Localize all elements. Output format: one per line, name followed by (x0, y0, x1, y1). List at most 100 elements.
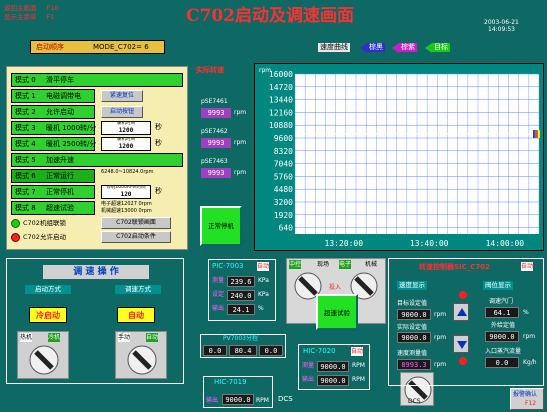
pic7003-row-label: 设定 (212, 291, 225, 298)
valve-label: 调速汽门 (489, 298, 514, 305)
regulation-mode-switch[interactable]: 手动 自动 (115, 331, 167, 379)
switch-right-label: 冷机 (48, 333, 61, 342)
mode-label-box: 模式 8 超速试验 (11, 201, 95, 215)
alarm-tag: 投入 (329, 284, 342, 291)
overspeed-test-button[interactable]: 超速试验 (316, 294, 358, 330)
pic7003-mode[interactable]: 自动 (257, 262, 270, 271)
pv7003-value-3: 0.0 (259, 345, 283, 356)
y-tick-label: 5760 (274, 172, 293, 181)
ext-value: 9000.0 (485, 331, 519, 342)
mode-row: 模式 0 滑平停车 (11, 73, 185, 87)
speed-sensor-unit: rpm (234, 169, 247, 176)
start-mode-switch[interactable]: 热机 冷机 (17, 331, 69, 379)
mode-row: 模式 2 允许启动 启动按钮 (11, 105, 185, 119)
mode-number: 模式 5 (15, 156, 36, 164)
hic7020-mode[interactable]: 自动 (351, 347, 364, 356)
speed-sensor-unit: rpm (234, 139, 247, 146)
nav-menu-link[interactable]: 显示主菜单 F1 (4, 13, 54, 22)
mode-timer-box[interactable]: 停机1000RPM时间 120 (101, 185, 151, 199)
pic7003-faceplate[interactable]: PIC-7003 自动 测量 239.6 KPa 设定 240.0 KPa 输出 24.1% (208, 259, 276, 321)
hic7019-faceplate[interactable]: HIC-7019 输出 9000.0 RPM (203, 376, 273, 408)
nav-main-link[interactable]: 返回主画面 F10 (4, 4, 59, 13)
arrow-left-icon[interactable] (425, 43, 432, 53)
target-label: 目标设定值 (397, 300, 428, 307)
mode-number: 模式 1 (15, 92, 36, 100)
mode-name: 正常停机 (46, 188, 74, 196)
y-tick-label: 12160 (269, 108, 293, 117)
pic7003-row-value: 24.1 (227, 304, 255, 315)
target-value[interactable]: 9000.0 (397, 309, 431, 320)
mode-number: 模式 2 (15, 108, 36, 116)
mode-label-box: 模式 1 电磁调带电 (11, 89, 95, 103)
rotary-knob-icon (29, 345, 59, 375)
alarm-ack-label: 报警确认 (513, 391, 538, 398)
start-conditions-button[interactable]: C702启动条件 (101, 231, 171, 243)
mode-label-box: 模式 3 暖机 1000转/分 (11, 121, 96, 135)
alarm-ack-key: F12 (525, 400, 537, 407)
normal-stop-label: 正常停机 (208, 222, 234, 230)
pic7003-row-value[interactable]: 240.0 (227, 290, 255, 301)
y-tick-label: 3200 (274, 198, 293, 207)
arrow-left-icon[interactable] (392, 43, 399, 53)
y-tick-label: 8320 (274, 147, 293, 156)
decrease-button[interactable] (453, 335, 469, 353)
hic7019-row-label: 输出 (206, 397, 219, 404)
y-tick-label: 1920 (274, 211, 293, 220)
start-sequence-bar: 启动顺序 MODE_C702= 6 (30, 40, 165, 54)
switch-label-local: 现场 (317, 261, 330, 268)
speed-sensor-tag: pSE7461 (201, 98, 228, 105)
interlock-screen-button[interactable]: C702联锁画面 (101, 217, 171, 229)
speed-display-tab[interactable]: 速度显示 (397, 281, 427, 290)
switch-right-label: 自动 (146, 333, 159, 342)
mode-timer-value: 120 (120, 191, 132, 198)
hic7020-faceplate[interactable]: HIC-7020 自动 测量 9000.0 RPM 输出 9000.0 RPM (298, 344, 370, 390)
switch-left-label: 热机 (20, 333, 33, 342)
ext-unit: rpm (523, 333, 536, 340)
mode-action-button[interactable]: 紧速复位 (101, 90, 143, 102)
nav-menu-label: 显示主菜单 (4, 13, 37, 21)
sic-mode[interactable]: 自动 (521, 262, 534, 271)
mode-label-box: 模式 2 允许启动 (11, 105, 95, 119)
hic7019-value: 9000.0 (222, 394, 254, 405)
sic-title: 转速控制器SIC_C702 (419, 263, 491, 272)
nav-main-key: F10 (46, 4, 59, 12)
y-tick-label: 9600 (274, 134, 293, 143)
y-tick-label: 10880 (269, 121, 293, 130)
flow-value: 0.0 (485, 357, 519, 368)
mode-name: 允许启动 (46, 108, 74, 116)
actual-unit: rpm (434, 334, 447, 341)
status-permit-row: C702允许启动 C702启动条件 (11, 231, 187, 244)
switch-label-central: 中控 (289, 260, 302, 269)
pic7003-row-unit: % (258, 305, 264, 312)
mode-extra-info: 6248.0~10824.0rpm (101, 169, 154, 175)
y-tick-label: 7040 (274, 160, 293, 169)
increase-button[interactable] (453, 303, 469, 321)
red-lamp-icon (11, 233, 20, 242)
arrow-left-icon[interactable] (360, 43, 367, 53)
mode-timer-box[interactable]: 暖机时间 1200 (101, 121, 151, 135)
header: 返回主画面 F10 显示主菜单 F1 C702启动及调速画面 2003-06-2… (0, 0, 547, 34)
actual-value: 9000.0 (397, 332, 431, 343)
mode-label-box: 模式 7 正常停机 (11, 185, 95, 199)
mode-timer-value: 1200 (118, 127, 134, 134)
alarm-ack-button[interactable]: 报警确认 F12 (510, 388, 544, 410)
rotary-knob-icon (127, 345, 157, 375)
mode-action-button[interactable]: 启动按钮 (101, 106, 143, 118)
actual-label: 实际设定值 (397, 324, 428, 331)
green-lamp-icon (11, 219, 20, 228)
mode-number: 模式 3 (15, 124, 36, 132)
target-unit: rpm (434, 311, 447, 318)
mode-row: 模式 1 电磁调带电 紧速复位 (11, 89, 185, 103)
legend-item-3: 目标 (432, 43, 450, 52)
hic7020-row-value[interactable]: 9000.0 (317, 375, 349, 386)
pv7003-panel: PV7003分程 0.0 80.4 0.0 (200, 334, 286, 358)
hic7020-tag: HIC-7020 (303, 347, 336, 355)
indicator-lamp-icon (459, 291, 467, 299)
speed-sensor-value: 9993 (201, 168, 231, 178)
arrow-down-icon (457, 341, 467, 349)
normal-stop-button[interactable]: 正常停机 (200, 206, 242, 246)
valve-display-tab[interactable]: 阀位显示 (483, 281, 513, 290)
nav-menu-key: F1 (46, 13, 55, 21)
mode-timer-box[interactable]: 暖机时间 1200 (101, 137, 151, 151)
pic7003-row-label: 测量 (212, 277, 225, 284)
